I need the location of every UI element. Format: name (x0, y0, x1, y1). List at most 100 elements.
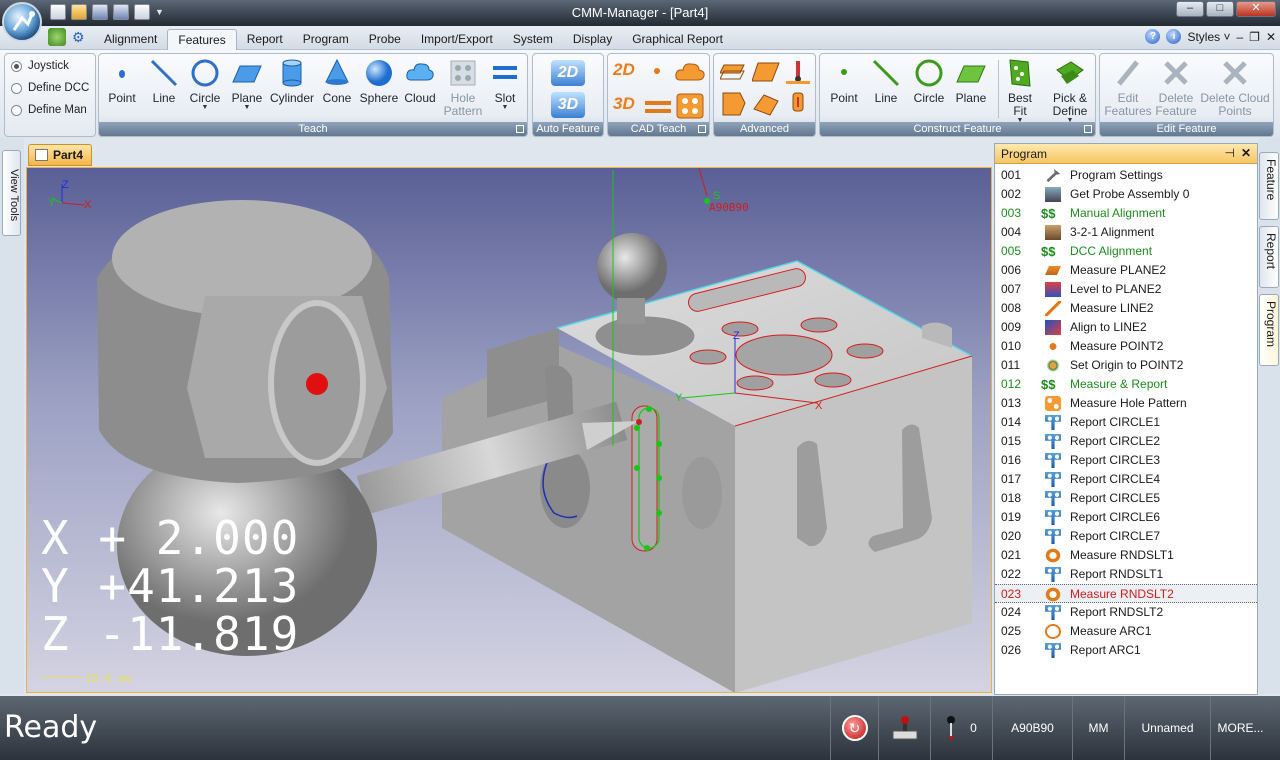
ribbon-restore-icon[interactable]: ❐ (1249, 30, 1260, 44)
cad-cloud-icon[interactable] (674, 60, 706, 84)
teach-cloud-button[interactable]: Cloud (401, 58, 439, 105)
auto-2d-button[interactable]: 2D (551, 60, 585, 86)
program-step-005[interactable]: 005 $$ DCC Alignment (995, 242, 1257, 261)
status-probe-counter[interactable]: 0 (930, 696, 992, 760)
options-icon[interactable]: ⚙ (72, 29, 85, 46)
status-probe-angle[interactable]: A90B90 (992, 696, 1072, 760)
tab-report[interactable]: Report (237, 29, 293, 50)
teach-cylinder-button[interactable]: Cylinder (269, 58, 315, 105)
cad-3d-button[interactable]: 3D (613, 94, 641, 118)
tab-alignment[interactable]: Alignment (94, 29, 167, 50)
program-step-022[interactable]: 022 Report RNDSLT1 (995, 565, 1257, 584)
teach-sphere-button[interactable]: Sphere (359, 58, 399, 105)
program-step-012[interactable]: 012 $$ Measure & Report (995, 375, 1257, 394)
panel-close-icon[interactable]: ✕ (1241, 146, 1251, 160)
delete-feature-button[interactable]: Delete Feature (1150, 58, 1202, 118)
styles-menu[interactable]: Styles ˅ (1187, 30, 1230, 44)
program-step-026[interactable]: 026 Report ARC1 (995, 641, 1257, 660)
status-program-name[interactable]: Unnamed (1124, 696, 1210, 760)
info-icon[interactable]: i (1166, 29, 1182, 44)
program-step-021[interactable]: 021 Measure RNDSLT1 (995, 546, 1257, 565)
advanced-scan-icon[interactable] (784, 91, 812, 117)
tab-probe[interactable]: Probe (359, 29, 411, 50)
side-tab-feature[interactable]: Feature (1259, 152, 1279, 220)
edit-features-button[interactable]: Edit Features (1102, 58, 1154, 118)
side-tab-program[interactable]: Program (1259, 294, 1279, 366)
status-stop-button[interactable]: ↻ (830, 696, 878, 760)
cad-teach-launcher-icon[interactable] (698, 125, 706, 133)
program-step-004[interactable]: 004 3-2-1 Alignment (995, 223, 1257, 242)
document-tab-part4[interactable]: Part4 (28, 144, 92, 166)
construct-plane-button[interactable]: Plane (952, 58, 990, 105)
cad-2d-button[interactable]: 2D (613, 60, 641, 84)
program-step-002[interactable]: 002 Get Probe Assembly 0 (995, 185, 1257, 204)
cad-hole-pattern-icon[interactable] (676, 93, 704, 119)
tab-display[interactable]: Display (563, 29, 622, 50)
advanced-profile-icon[interactable] (720, 91, 748, 117)
side-tab-report[interactable]: Report (1259, 226, 1279, 288)
program-step-003[interactable]: 003 $$ Manual Alignment (995, 204, 1257, 223)
minimize-button[interactable]: – (1176, 1, 1204, 17)
pin-icon[interactable]: ⊣ (1225, 146, 1235, 160)
delete-cloud-points-button[interactable]: Delete Cloud Points (1200, 58, 1270, 118)
radio-joystick[interactable]: Joystick (11, 60, 69, 72)
view-tools-tab[interactable]: View Tools (2, 150, 21, 236)
ribbon-minimize-icon[interactable]: – (1236, 30, 1243, 44)
teach-launcher-icon[interactable] (516, 125, 524, 133)
advanced-plane-points-icon[interactable] (752, 59, 780, 85)
program-step-020[interactable]: 020 Report CIRCLE7 (995, 527, 1257, 546)
auto-3d-button[interactable]: 3D (551, 92, 585, 118)
tab-import-export[interactable]: Import/Export (411, 29, 503, 50)
teach-hole-pattern-button[interactable]: Hole Pattern (443, 58, 483, 118)
program-step-013[interactable]: 013 Measure Hole Pattern (995, 394, 1257, 413)
best-fit-button[interactable]: Best Fit ▼ (1003, 58, 1037, 124)
program-step-011[interactable]: 011 Set Origin to POINT2 (995, 356, 1257, 375)
teach-cone-button[interactable]: Cone (319, 58, 355, 105)
cad-viewport[interactable]: Z X Y Z X Y S A90B90 X + 2.000 Y +41.213… (26, 167, 992, 693)
program-step-014[interactable]: 014 Report CIRCLE1 (995, 413, 1257, 432)
program-step-015[interactable]: 015 Report CIRCLE2 (995, 432, 1257, 451)
radio-define-man[interactable]: Define Man (11, 104, 87, 116)
radio-define-dcc[interactable]: Define DCC (11, 82, 89, 94)
cad-point-icon[interactable] (654, 68, 660, 74)
program-step-024[interactable]: 024 Report RNDSLT2 (995, 603, 1257, 622)
construct-circle-button[interactable]: Circle (910, 58, 948, 105)
program-step-006[interactable]: 006 Measure PLANE2 (995, 261, 1257, 280)
cad-slot-icon[interactable] (644, 96, 672, 118)
teach-point-button[interactable]: Point (105, 58, 139, 105)
advanced-probe-icon[interactable] (784, 59, 812, 85)
help-icon[interactable]: ? (1145, 29, 1161, 44)
program-step-001[interactable]: 001 Program Settings (995, 166, 1257, 185)
program-step-019[interactable]: 019 Report CIRCLE6 (995, 508, 1257, 527)
status-joystick-button[interactable] (878, 696, 930, 760)
close-button[interactable]: ✕ (1236, 1, 1276, 17)
program-step-010[interactable]: 010 Measure POINT2 (995, 337, 1257, 356)
ribbon-close-icon[interactable]: ✕ (1266, 30, 1276, 44)
program-step-023[interactable]: 023 Measure RNDSLT2 (995, 584, 1257, 603)
program-step-017[interactable]: 017 Report CIRCLE4 (995, 470, 1257, 489)
status-more-button[interactable]: MORE... (1210, 696, 1270, 760)
teach-slot-button[interactable]: Slot ▼ (487, 58, 523, 111)
tab-features[interactable]: Features (167, 29, 237, 50)
program-step-009[interactable]: 009 Align to LINE2 (995, 318, 1257, 337)
status-units[interactable]: MM (1072, 696, 1124, 760)
app-logo[interactable] (2, 2, 42, 42)
advanced-layers-icon[interactable] (720, 59, 748, 85)
program-step-016[interactable]: 016 Report CIRCLE3 (995, 451, 1257, 470)
teach-circle-button[interactable]: Circle ▼ (187, 58, 223, 111)
teach-plane-button[interactable]: Plane ▼ (229, 58, 265, 111)
program-step-018[interactable]: 018 Report CIRCLE5 (995, 489, 1257, 508)
teach-line-button[interactable]: Line (147, 58, 181, 105)
tab-graphical-report[interactable]: Graphical Report (622, 29, 733, 50)
program-step-008[interactable]: 008 Measure LINE2 (995, 299, 1257, 318)
app-menu-icon[interactable] (48, 28, 66, 46)
construct-point-button[interactable]: Point (826, 58, 862, 105)
pick-define-button[interactable]: Pick & Define ▼ (1047, 58, 1093, 124)
advanced-surface-icon[interactable] (752, 91, 780, 117)
program-step-025[interactable]: 025 Measure ARC1 (995, 622, 1257, 641)
tab-system[interactable]: System (503, 29, 563, 50)
program-step-007[interactable]: 007 Level to PLANE2 (995, 280, 1257, 299)
maximize-button[interactable]: □ (1206, 1, 1234, 17)
tab-program[interactable]: Program (293, 29, 359, 50)
construct-launcher-icon[interactable] (1084, 125, 1092, 133)
